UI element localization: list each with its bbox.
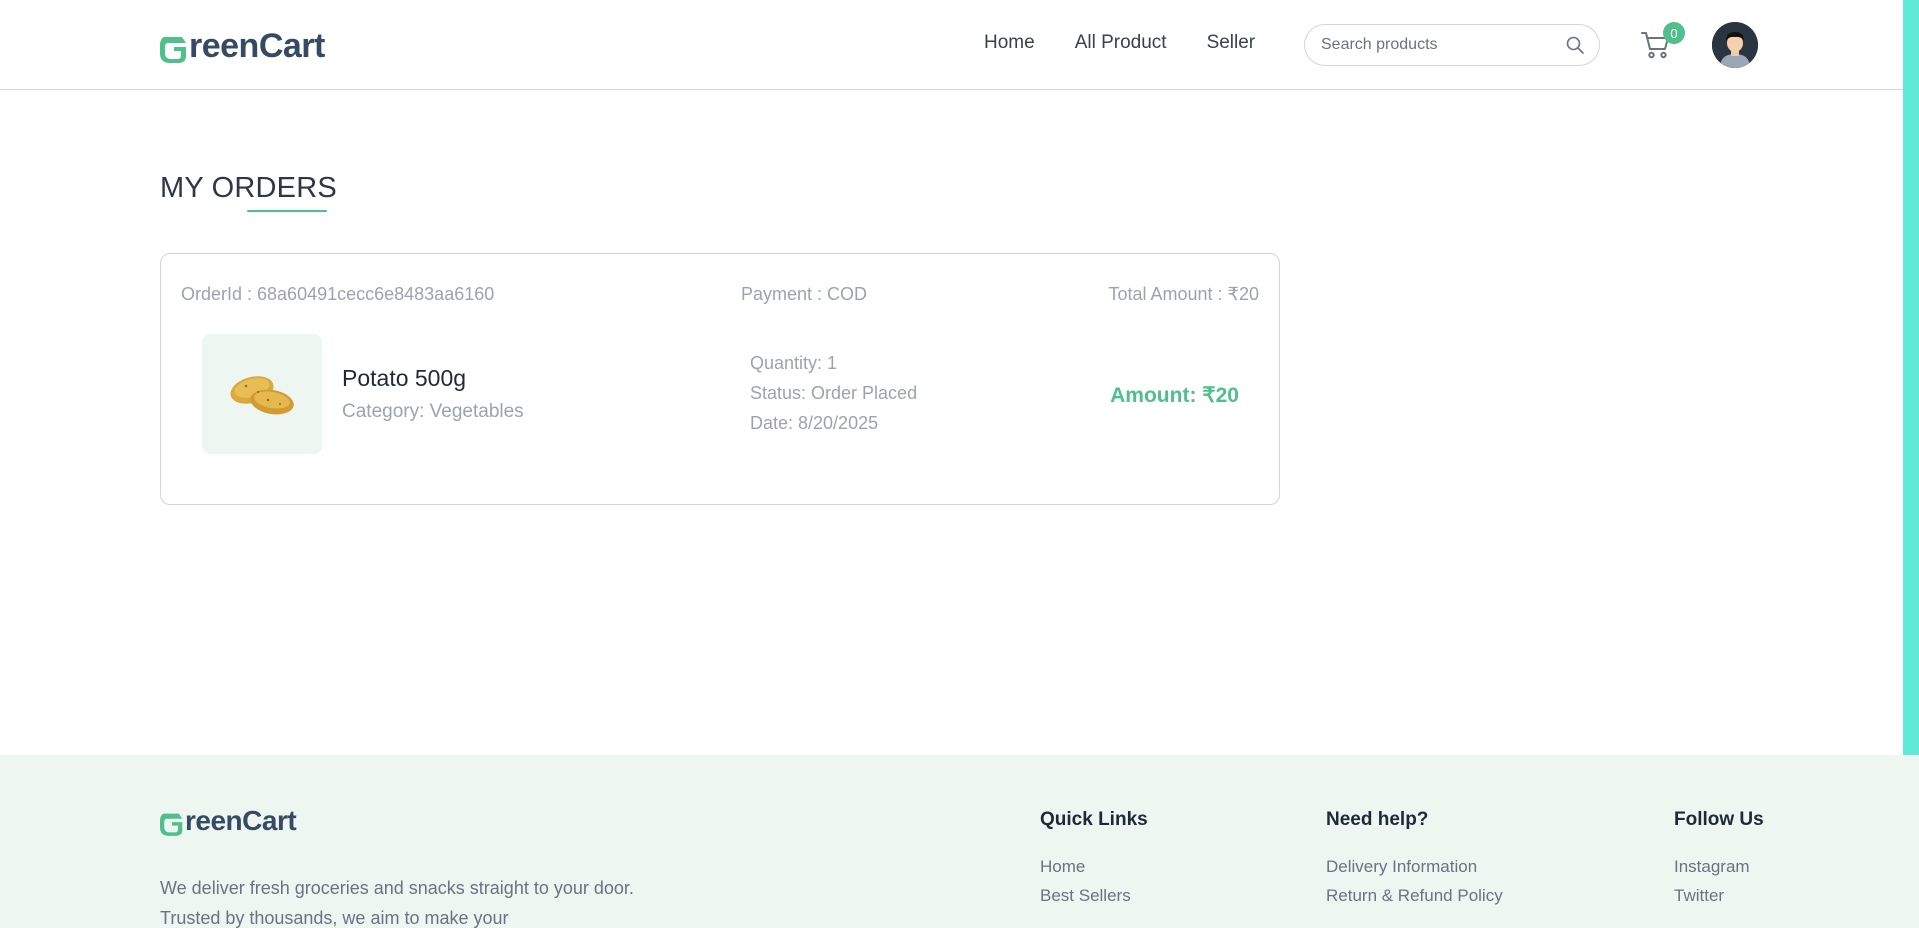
order-id: OrderId : 68a60491cecc6e8483aa6160 (181, 284, 495, 304)
navbar: reenCart Home All Product Seller 0 (0, 0, 1903, 90)
search-icon[interactable] (1565, 35, 1585, 55)
page-title: MY ORDERS (160, 172, 337, 204)
footer-col-title: Follow Us (1674, 809, 1764, 830)
footer-link-home[interactable]: Home (1040, 857, 1148, 877)
footer-description: We deliver fresh groceries and snacks st… (160, 878, 634, 928)
footer-col-follow-us: Follow Us Instagram Twitter (1674, 809, 1764, 915)
footer-logo-text: reenCart (185, 805, 297, 836)
cart-count-badge: 0 (1663, 22, 1685, 44)
title-underline (247, 210, 327, 212)
footer-link-best-sellers[interactable]: Best Sellers (1040, 886, 1148, 906)
footer-link-instagram[interactable]: Instagram (1674, 857, 1764, 877)
search-input[interactable] (1321, 36, 1565, 54)
nav-seller-link[interactable]: Seller (1207, 32, 1256, 54)
order-quantity: Quantity: 1 (750, 353, 838, 373)
footer-col-need-help: Need help? Delivery Information Return &… (1326, 809, 1503, 915)
footer-link-twitter[interactable]: Twitter (1674, 886, 1764, 906)
nav-all-product-link[interactable]: All Product (1075, 32, 1167, 54)
order-status: Status: Order Placed (750, 383, 918, 403)
footer-link-delivery-info[interactable]: Delivery Information (1326, 857, 1503, 877)
scrollbar-track[interactable] (1903, 0, 1919, 763)
logo-text: reenCart (189, 27, 325, 65)
potato-icon (230, 376, 294, 415)
product-image (202, 334, 322, 454)
order-card: OrderId : 68a60491cecc6e8483aa6160 Payme… (160, 253, 1280, 505)
order-payment: Payment : COD (741, 284, 868, 304)
footer-col-quick-links: Quick Links Home Best Sellers (1040, 809, 1148, 915)
footer-col-title: Quick Links (1040, 809, 1148, 830)
order-date: Date: 8/20/2025 (750, 413, 879, 433)
product-name: Potato 500g (342, 365, 467, 391)
footer-link-return-refund[interactable]: Return & Refund Policy (1326, 886, 1503, 906)
user-avatar-icon (1712, 22, 1758, 68)
logo-g-icon (160, 37, 186, 63)
avatar[interactable] (1712, 22, 1758, 68)
nav-home-link[interactable]: Home (984, 32, 1035, 54)
page-title-wrap: MY ORDERS (160, 172, 337, 212)
nav-links: Home All Product Seller (984, 32, 1255, 54)
item-amount: Amount: ₹20 (1110, 384, 1239, 407)
search-box (1304, 24, 1600, 66)
logo[interactable]: reenCart (160, 24, 325, 68)
footer-logo-g-icon (160, 813, 183, 836)
order-total-amount: Total Amount : ₹20 (1108, 284, 1259, 304)
product-category: Category: Vegetables (342, 401, 524, 422)
footer: reenCart We deliver fresh groceries and … (0, 755, 1919, 928)
footer-col-title: Need help? (1326, 809, 1429, 830)
footer-logo[interactable]: reenCart (160, 805, 297, 836)
